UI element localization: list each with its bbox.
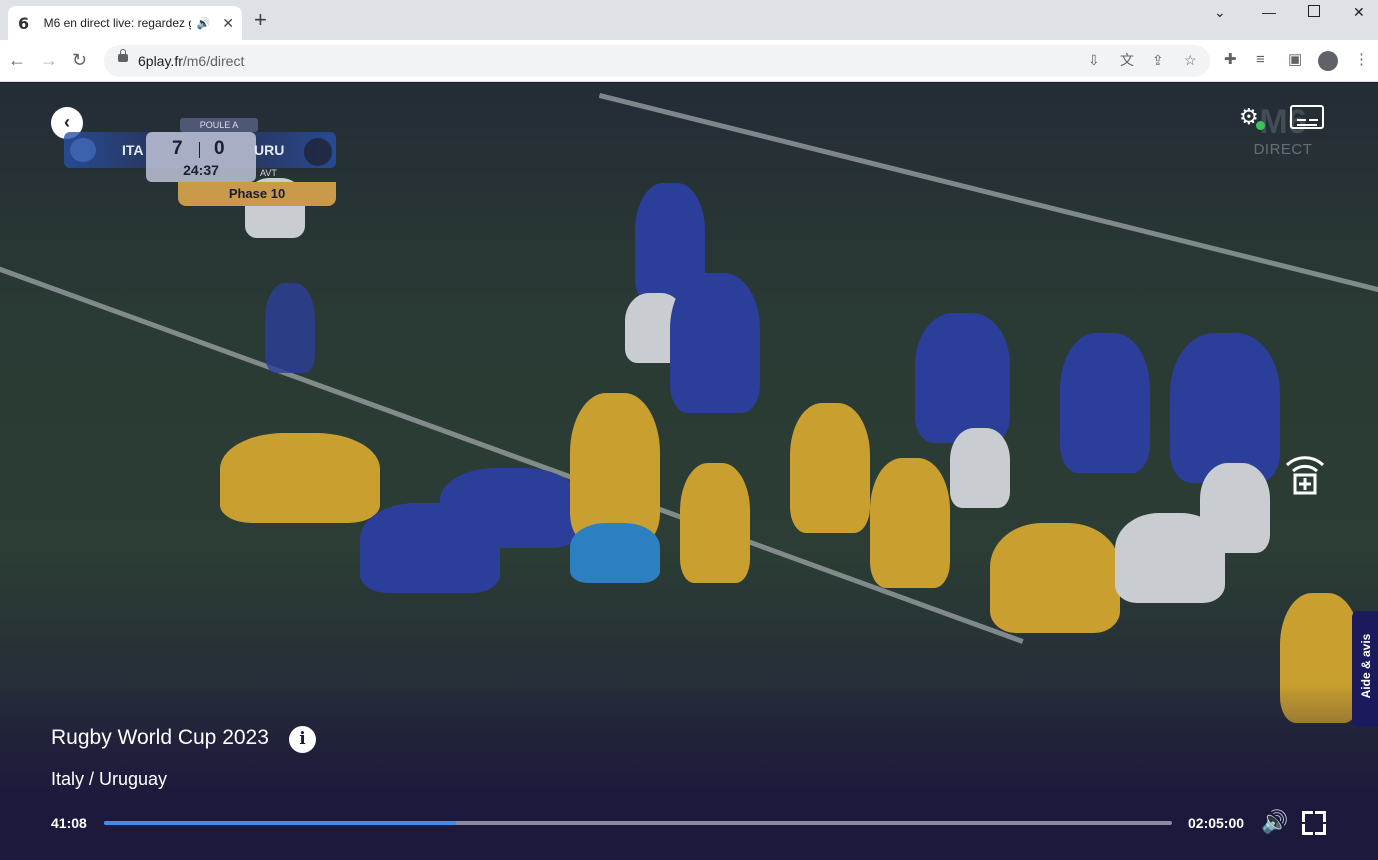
browser-toolbar: ← → ↻ 6play.fr/m6/direct ⇩ 文 ⇪ ☆ ✚ ≡ ▣ ⋮: [0, 40, 1378, 82]
six-play-favicon-icon: 6: [18, 13, 30, 33]
help-feedback-tab[interactable]: Aide & avis: [1352, 611, 1378, 727]
help-feedback-label: Aide & avis: [1359, 633, 1373, 699]
back-arrow-icon[interactable]: ←: [8, 50, 26, 70]
url-path: /m6/direct: [182, 53, 245, 69]
maximize-button[interactable]: [1308, 5, 1320, 17]
total-time: 02:05:00: [1188, 815, 1245, 831]
player-figure: [570, 393, 660, 543]
match-period: AVT: [260, 168, 277, 178]
score-left: 7: [172, 138, 183, 159]
current-time: 41:08: [51, 815, 87, 831]
url-text[interactable]: 6play.fr/m6/direct: [138, 53, 244, 69]
player-figure: [915, 313, 1010, 443]
player-figure: [570, 523, 660, 583]
team-right: URU: [254, 142, 285, 158]
profile-avatar-icon[interactable]: [1318, 51, 1338, 71]
program-title: Rugby World Cup 2023: [51, 726, 269, 749]
share-icon[interactable]: ⇪: [1152, 52, 1164, 68]
player-figure: [790, 403, 870, 533]
browser-tab[interactable]: 6 M6 en direct live: regardez g 🔊 ✕: [8, 6, 242, 40]
close-tab-icon[interactable]: ✕: [222, 15, 234, 32]
player-figure: [870, 458, 950, 588]
phase-label: Phase 10: [178, 182, 336, 206]
fullscreen-icon[interactable]: [1302, 811, 1326, 835]
tab-title: M6 en direct live: regardez g: [43, 16, 191, 30]
translate-icon[interactable]: 文: [1120, 52, 1134, 68]
scoreboard-overlay: POULE A ITA 7 0 24:37 URU AVT Phase 10: [64, 118, 336, 206]
close-window-button[interactable]: ✕: [1353, 4, 1365, 20]
scoreboard-pool: POULE A: [180, 118, 258, 132]
install-app-icon[interactable]: ⇩: [1088, 52, 1100, 68]
settings-status-dot: [1256, 121, 1265, 130]
progress-fill: [104, 821, 457, 825]
player-figure: [1170, 333, 1280, 483]
bookmark-star-icon[interactable]: ☆: [1184, 52, 1197, 68]
tab-search-icon[interactable]: ⌄: [1214, 4, 1226, 20]
media-control-icon[interactable]: ≡: [1256, 51, 1265, 69]
volume-icon[interactable]: 🔊: [1261, 810, 1288, 834]
player-figure: [265, 283, 315, 373]
player-figure: [990, 523, 1120, 633]
subtitles-icon[interactable]: [1290, 105, 1324, 129]
player-figure: [670, 273, 760, 413]
player-figure: [1060, 333, 1150, 473]
italy-crest-icon: [70, 138, 96, 162]
player-figure: [1115, 513, 1225, 603]
address-bar[interactable]: 6play.fr/m6/direct ⇩ 文 ⇪ ☆: [104, 45, 1210, 77]
player-figure: [220, 433, 380, 523]
progress-bar[interactable]: [104, 821, 1172, 825]
browser-tab-bar: 6 M6 en direct live: regardez g 🔊 ✕ + ⌄ …: [0, 0, 1378, 40]
uruguay-crest-icon: [304, 138, 332, 166]
lock-icon[interactable]: [118, 49, 128, 62]
forward-arrow-icon[interactable]: →: [40, 50, 58, 70]
video-gradient-overlay: [0, 683, 1378, 860]
score-right: 0: [214, 138, 225, 159]
player-figure: [950, 428, 1010, 508]
side-panel-icon[interactable]: ▣: [1288, 51, 1302, 69]
pitch-line: [0, 263, 1024, 644]
new-tab-button[interactable]: +: [254, 8, 267, 32]
audio-playing-icon[interactable]: 🔊: [197, 17, 211, 30]
program-subtitle: Italy / Uruguay: [51, 769, 168, 789]
channel-logo-label: DIRECT: [1253, 141, 1313, 158]
team-left: ITA: [122, 142, 144, 158]
info-icon[interactable]: i: [289, 726, 316, 753]
chrome-menu-icon[interactable]: ⋮: [1354, 51, 1369, 69]
url-host: 6play.fr: [138, 53, 183, 69]
minimize-button[interactable]: —: [1262, 4, 1276, 20]
player-figure: [680, 463, 750, 583]
player-figure: [440, 468, 580, 548]
video-player[interactable]: ‹ POULE A ITA 7 0 24:37 URU AVT Phase 10…: [0, 83, 1378, 860]
extensions-puzzle-icon[interactable]: ✚: [1224, 51, 1237, 69]
add-to-list-icon[interactable]: [1284, 449, 1326, 495]
score-divider: [199, 142, 200, 158]
match-clock: 24:37: [183, 162, 219, 178]
reload-icon[interactable]: ↻: [72, 50, 87, 70]
